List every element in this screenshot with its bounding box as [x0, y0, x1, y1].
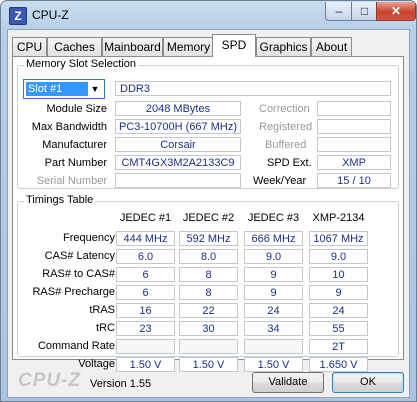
timings-cell: 1.50 V [179, 357, 238, 372]
timings-cell: 34 [244, 321, 303, 336]
timings-cell: 30 [179, 321, 238, 336]
registered-value [317, 119, 391, 134]
max-bandwidth-label: Max Bandwidth [31, 121, 107, 133]
tab-graphics[interactable]: Graphics [256, 37, 311, 56]
timings-cell: 9 [244, 285, 303, 300]
timings-row-label: RAS# Precharge [32, 286, 115, 298]
slot-select[interactable]: Slot #1 ▼ [23, 79, 105, 99]
timings-cell: 16 [116, 303, 175, 318]
title-bar[interactable]: Z CPU-Z – □ ✕ [1, 1, 416, 29]
spd-tab-panel: Memory Slot Selection Slot #1 ▼ DDR3 Mod… [12, 56, 404, 372]
cpuz-window: Z CPU-Z – □ ✕ CPU Caches Mainboard Memor… [0, 0, 417, 402]
timings-cell: 55 [309, 321, 368, 336]
timings-cell: 24 [244, 303, 303, 318]
spd-ext-label: SPD Ext. [267, 157, 312, 169]
buffered-value [317, 137, 391, 152]
version-label: Version 1.55 [90, 378, 152, 390]
timings-cell: 9.0 [244, 249, 303, 264]
correction-label: Correction [259, 103, 310, 115]
timings-cell: 1.650 V [309, 357, 368, 372]
max-bandwidth-value: PC3-10700H (667 MHz) [115, 119, 241, 134]
week-year-value: 15 / 10 [317, 173, 391, 188]
timings-cell: 10 [309, 267, 368, 282]
timings-cell: 6 [116, 285, 175, 300]
timings-cell: 8 [179, 267, 238, 282]
memory-type-field: DDR3 [115, 81, 391, 96]
spd-ext-value: XMP [317, 155, 391, 170]
ok-button[interactable]: OK [332, 372, 404, 393]
validate-button[interactable]: Validate [252, 372, 324, 393]
slot-select-value: Slot #1 [26, 82, 88, 96]
timings-column-header: JEDEC #1 [119, 212, 172, 224]
timings-row-label: Voltage [78, 358, 115, 370]
tab-mainboard[interactable]: Mainboard [102, 37, 163, 56]
client-area: CPU Caches Mainboard Memory SPD Graphics… [7, 29, 410, 398]
week-year-label: Week/Year [253, 175, 307, 187]
minimize-button[interactable]: – [325, 2, 353, 21]
tab-spd[interactable]: SPD [212, 34, 256, 57]
timings-cell: 23 [116, 321, 175, 336]
timings-cell: 9.0 [309, 249, 368, 264]
manufacturer-label: Manufacturer [42, 139, 107, 151]
module-size-label: Module Size [46, 103, 107, 115]
correction-value [317, 101, 391, 116]
part-number-label: Part Number [44, 157, 107, 169]
timings-cell: 6.0 [116, 249, 175, 264]
memory-slot-group-label: Memory Slot Selection [24, 58, 139, 70]
timings-cell: 666 MHz [244, 231, 303, 246]
timings-row-label: CAS# Latency [44, 250, 115, 262]
module-size-value: 2048 MBytes [115, 101, 241, 116]
tab-caches[interactable]: Caches [47, 37, 102, 56]
tab-memory[interactable]: Memory [163, 37, 214, 56]
timings-cell: 9 [244, 267, 303, 282]
timings-row-label: Command Rate [37, 340, 115, 352]
cpuz-app-icon: Z [9, 7, 27, 25]
close-button[interactable]: ✕ [376, 2, 416, 21]
timings-cell: 1067 MHz [309, 231, 368, 246]
timings-cell [244, 339, 303, 354]
serial-number-label: Serial Number [36, 175, 107, 187]
timings-column-header: XMP-2134 [312, 212, 365, 224]
timings-row-label: RAS# to CAS# [42, 268, 115, 280]
chevron-down-icon[interactable]: ▼ [87, 81, 103, 97]
timings-cell: 9 [309, 285, 368, 300]
timings-row-label: tRC [96, 322, 115, 334]
tab-about[interactable]: About [311, 37, 352, 56]
serial-number-value [115, 173, 241, 188]
timings-cell: 8 [179, 285, 238, 300]
maximize-button[interactable]: □ [351, 2, 378, 21]
timings-cell: 8.0 [179, 249, 238, 264]
timings-column-header: JEDEC #3 [247, 212, 300, 224]
registered-label: Registered [259, 121, 313, 133]
timings-cell [116, 339, 175, 354]
timings-cell: 1.50 V [116, 357, 175, 372]
timings-column-header: JEDEC #2 [182, 212, 235, 224]
manufacturer-value: Corsair [115, 137, 241, 152]
timings-cell: 24 [309, 303, 368, 318]
timings-cell [179, 339, 238, 354]
timings-row-label: tRAS [89, 304, 115, 316]
buffered-label: Buffered [265, 139, 307, 151]
timings-group-label: Timings Table [24, 194, 96, 206]
part-number-value: CMT4GX3M2A2133C9 [115, 155, 241, 170]
timings-cell: 444 MHz [116, 231, 175, 246]
timings-cell: 1.50 V [244, 357, 303, 372]
timings-cell: 592 MHz [179, 231, 238, 246]
timings-cell: 2T [309, 339, 368, 354]
tab-cpu[interactable]: CPU [12, 37, 47, 56]
timings-row-label: Frequency [63, 232, 115, 244]
window-title: CPU-Z [32, 8, 69, 22]
timings-cell: 6 [116, 267, 175, 282]
cpuz-logo: CPU-Z [18, 370, 82, 391]
timings-cell: 22 [179, 303, 238, 318]
